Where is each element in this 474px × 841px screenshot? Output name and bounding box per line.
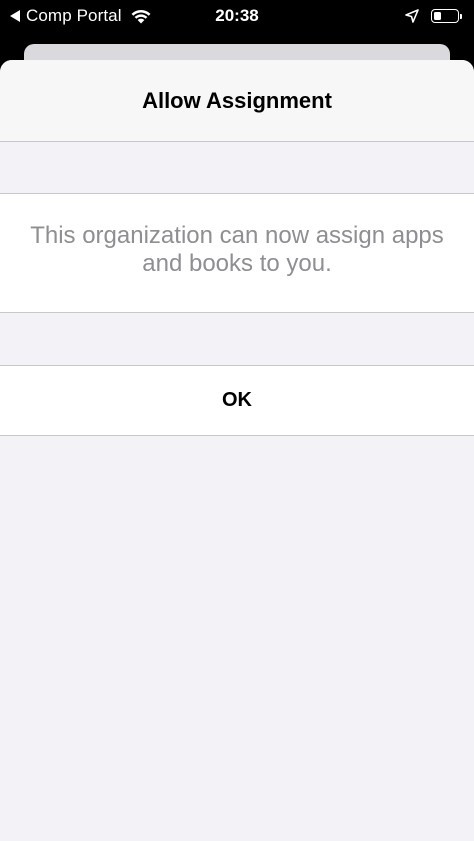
location-arrow-icon bbox=[405, 9, 419, 23]
status-right-icons bbox=[405, 6, 462, 26]
ok-button-label: OK bbox=[222, 389, 252, 411]
message-section: This organization can now assign apps an… bbox=[0, 193, 474, 313]
sheet-header: Allow Assignment bbox=[0, 60, 474, 142]
page-title: Allow Assignment bbox=[142, 87, 332, 113]
message-text: This organization can now assign apps an… bbox=[30, 222, 444, 277]
ok-button[interactable]: OK bbox=[0, 365, 474, 436]
battery-cap bbox=[460, 13, 462, 19]
battery-icon bbox=[431, 9, 459, 23]
allow-assignment-sheet: Allow Assignment This organization can n… bbox=[0, 60, 474, 841]
status-bar: Comp Portal 20:38 bbox=[0, 0, 474, 32]
battery-fill bbox=[434, 12, 441, 20]
status-time: 20:38 bbox=[215, 6, 259, 25]
screen: Comp Portal 20:38 Allow Assignment This … bbox=[0, 0, 474, 841]
